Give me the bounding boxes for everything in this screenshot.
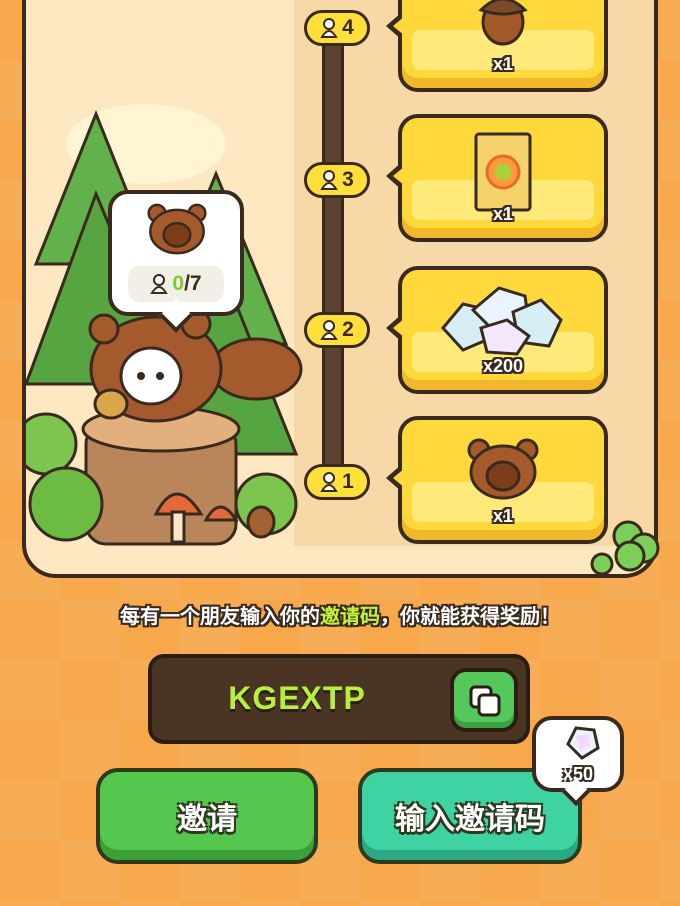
copy-icon [469, 685, 501, 717]
milestone-level-4: 4 [304, 10, 370, 46]
reward-card-level-1[interactable]: x1 [386, 416, 608, 544]
progress-current: 0 [172, 272, 185, 295]
invite-progress-bubble: 0/7 [108, 190, 244, 333]
reward-card-level-3[interactable]: x1 [386, 114, 608, 242]
person-icon [320, 472, 338, 492]
person-icon [150, 274, 169, 294]
reward-quantity: x200 [482, 356, 524, 376]
reward-quantity: x1 [492, 506, 514, 526]
milestone-level-1: 1 [304, 464, 370, 500]
rewards-panel: 4 3 2 1 x1 x1 x200 x1 0/7 [22, 0, 658, 578]
clover-icon [590, 520, 660, 576]
person-icon [320, 320, 338, 340]
milestone-level-number: 3 [342, 168, 354, 191]
invite-progress: 0/7 [128, 266, 224, 302]
progress-total: /7 [184, 272, 202, 295]
invite-code-box: KGEXTP [148, 654, 530, 744]
milestone-level-number: 2 [342, 318, 354, 341]
milestone-level-2: 2 [304, 312, 370, 348]
seed-packet-icon [474, 132, 532, 212]
invite-button[interactable]: 邀请 [96, 768, 318, 864]
squirrel-costume-icon [147, 203, 207, 255]
milestone-level-3: 3 [304, 162, 370, 198]
person-icon [320, 18, 338, 38]
milestone-line [322, 14, 344, 474]
milestone-level-number: 4 [342, 16, 354, 39]
invite-code: KGEXTP [228, 680, 366, 716]
milestone-level-number: 1 [342, 470, 354, 493]
squirrel-costume-icon [467, 438, 539, 500]
reward-card-level-2[interactable]: x200 [386, 266, 608, 394]
invite-code-highlight: 邀请码 [320, 604, 380, 628]
reward-quantity: x1 [492, 204, 514, 224]
gem-pile-icon [441, 286, 563, 356]
gem-icon [566, 726, 600, 760]
person-icon [320, 170, 338, 190]
enter-code-reward-badge: x50 [532, 716, 624, 807]
reward-quantity: x1 [492, 54, 514, 74]
invite-info-text: 每有一个朋友输入你的邀请码，你就能获得奖励！ [120, 604, 560, 628]
acorn-icon [478, 0, 528, 46]
reward-card-level-4[interactable]: x1 [386, 0, 608, 92]
copy-code-button[interactable] [450, 668, 518, 732]
